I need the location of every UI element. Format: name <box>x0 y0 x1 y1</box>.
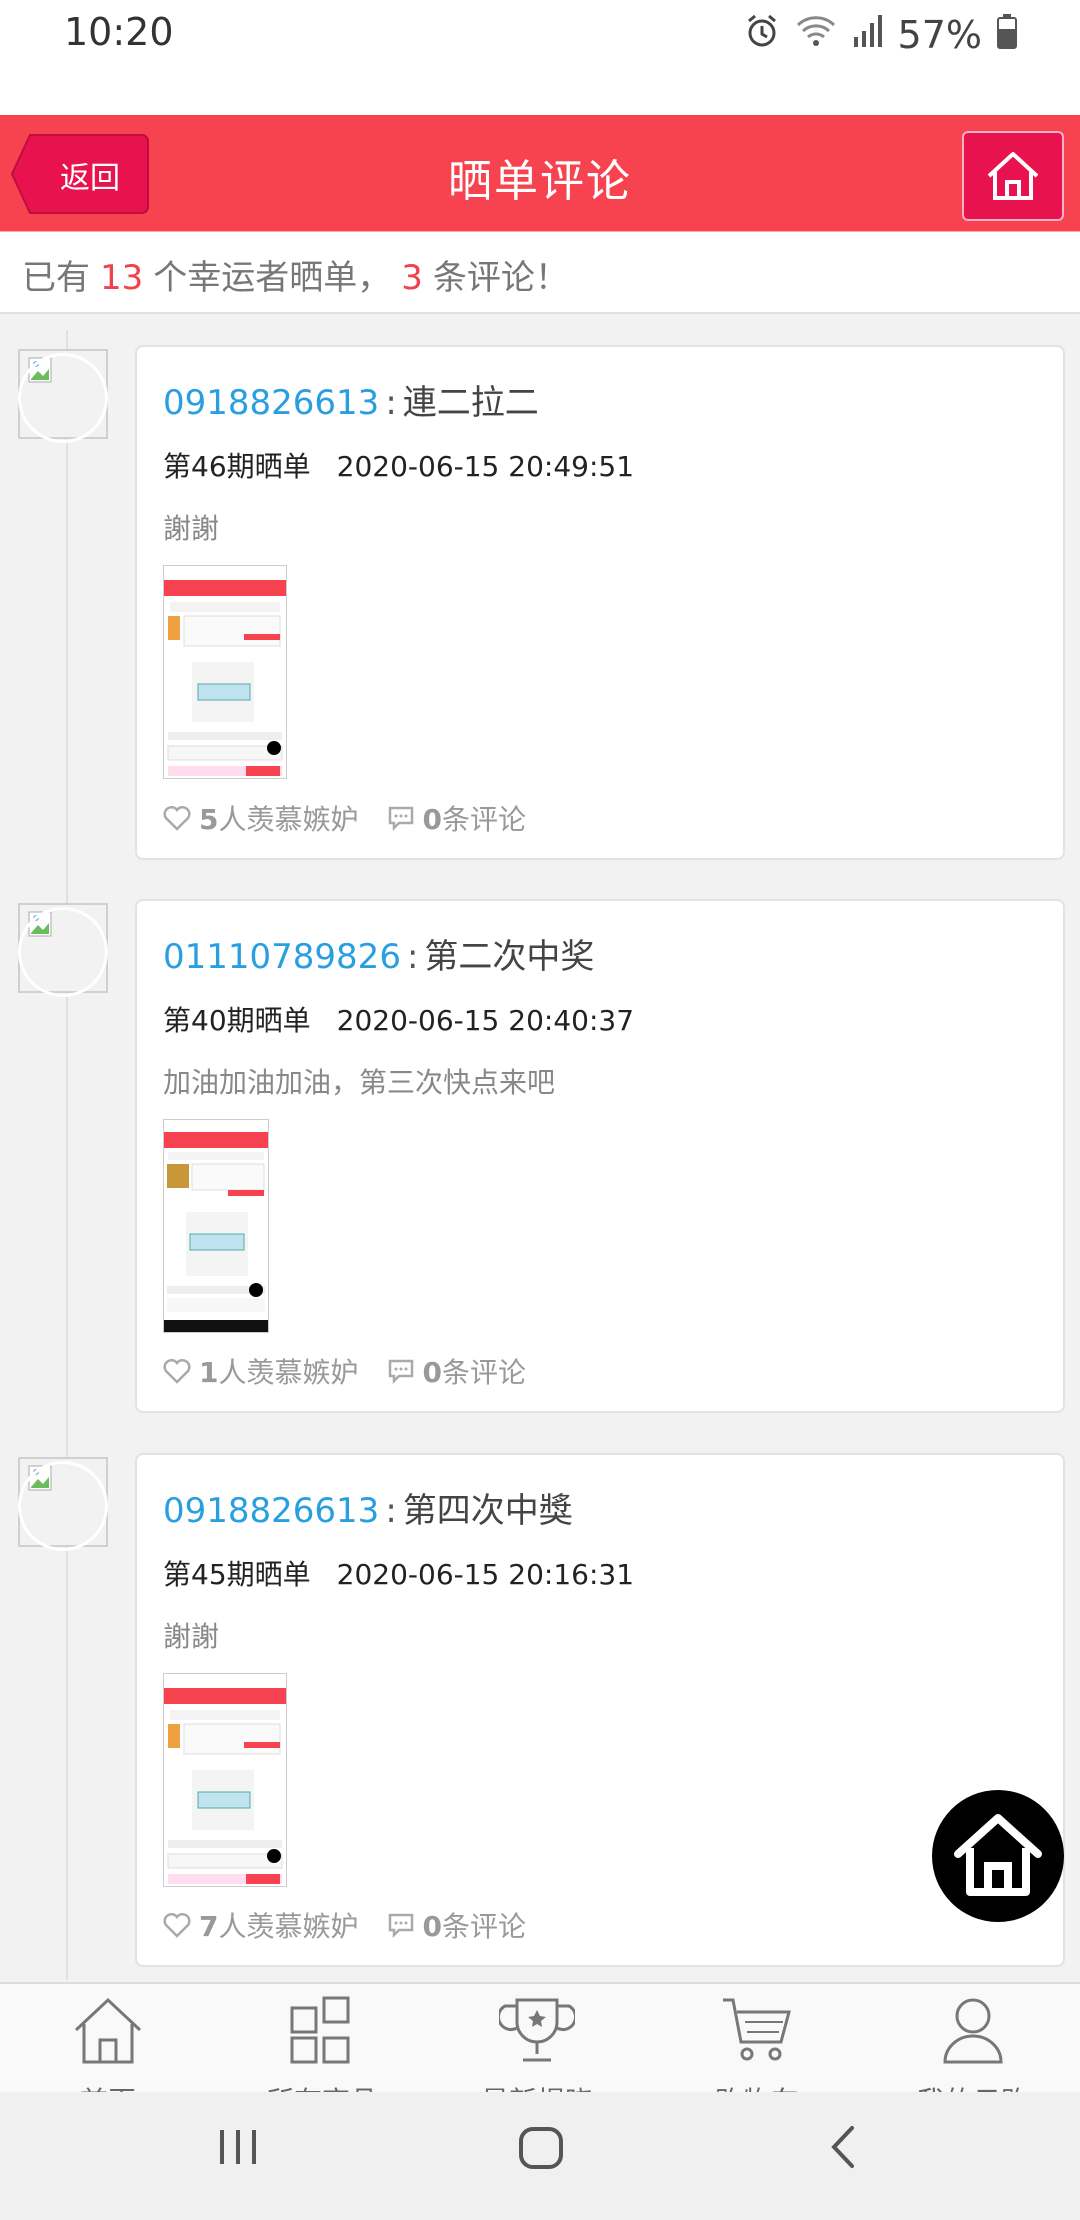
tab-home[interactable]: 首页 <box>18 1994 198 2094</box>
post-title: 連二拉二 <box>402 383 539 423</box>
home-circle-icon[interactable] <box>518 2122 564 2176</box>
comment-icon <box>388 806 413 831</box>
comments-stat[interactable]: 0条评论 <box>387 1905 526 1945</box>
home-button[interactable] <box>962 131 1064 221</box>
post-period: 第46期晒单 <box>163 450 311 483</box>
back-icon[interactable] <box>826 2122 860 2176</box>
bottom-tab-bar: 首页 所有商品 最新揭晓 购物车 我的云购 <box>0 1982 1080 2094</box>
page-title: 晒单评论 <box>448 156 632 207</box>
recents-icon[interactable] <box>218 2122 258 2176</box>
post-date: 2020-06-15 20:49:51 <box>336 450 635 483</box>
avatar[interactable] <box>18 1457 108 1551</box>
likes-stat[interactable]: 1人羡慕嫉妒 <box>163 1351 359 1391</box>
floating-home-button[interactable] <box>932 1790 1064 1922</box>
comments-stat[interactable]: 0条评论 <box>387 1351 526 1391</box>
wifi-icon <box>794 13 838 58</box>
post-card[interactable]: 0918826613: 第四次中獎 第45期晒单 2020-06-15 20:16:… <box>135 1453 1065 1967</box>
status-time: 10:20 <box>64 10 174 54</box>
post-thumbnail[interactable] <box>163 1673 287 1887</box>
post-date: 2020-06-15 20:40:37 <box>336 1004 635 1037</box>
post-period: 第45期晒单 <box>163 1558 311 1591</box>
comment-icon <box>388 1913 413 1938</box>
home-icon <box>74 1997 142 2064</box>
signal-icon <box>852 13 884 58</box>
tab-cart[interactable]: 购物车 <box>667 1994 847 2094</box>
user-icon <box>943 1998 1003 2064</box>
post-comment: 謝謝 <box>163 1620 220 1653</box>
avatar[interactable] <box>18 903 108 997</box>
comments-stat[interactable]: 0条评论 <box>387 798 526 838</box>
tab-latest-results[interactable]: 最新揭晓 <box>447 1994 627 2094</box>
post-user[interactable]: 0918826613 <box>163 383 379 423</box>
post-card[interactable]: 0918826613: 連二拉二 第46期晒单 2020-06-15 20:49:5… <box>135 345 1065 860</box>
post-user[interactable]: 01110789826 <box>163 937 401 977</box>
winners-count: 13 <box>100 258 144 298</box>
heart-icon <box>163 805 191 831</box>
system-nav-bar <box>0 2092 1080 2220</box>
battery-icon <box>996 13 1018 58</box>
post-comment: 謝謝 <box>163 512 220 545</box>
post-period: 第40期晒单 <box>163 1004 311 1037</box>
status-bar: 10:20 57% <box>0 0 1080 115</box>
post-card[interactable]: 01110789826: 第二次中奖 第40期晒单 2020-06-15 20:40… <box>135 899 1065 1413</box>
summary-bar: 已有 13 个幸运者晒单， 3 条评论！ <box>0 232 1080 314</box>
grid-icon <box>290 1996 350 2064</box>
likes-stat[interactable]: 7人羡慕嫉妒 <box>163 1905 359 1945</box>
likes-stat[interactable]: 5人羡慕嫉妒 <box>163 798 359 838</box>
comments-count: 3 <box>401 258 423 298</box>
alarm-icon <box>744 13 780 58</box>
tab-my-account[interactable]: 我的云购 <box>883 1994 1063 2094</box>
home-icon <box>987 152 1039 200</box>
tab-all-products[interactable]: 所有商品 <box>232 1994 412 2094</box>
post-comment: 加油加油加油，第三次快点来吧 <box>163 1066 556 1099</box>
post-title: 第二次中奖 <box>424 937 595 977</box>
battery-percent: 57% <box>897 13 982 57</box>
post-user[interactable]: 0918826613 <box>163 1491 379 1531</box>
timeline-line <box>66 330 68 1980</box>
post-date: 2020-06-15 20:16:31 <box>336 1558 635 1591</box>
comment-icon <box>388 1359 413 1384</box>
post-thumbnail[interactable] <box>163 565 287 779</box>
trophy-icon <box>499 1998 575 2062</box>
home-icon <box>954 1814 1042 1896</box>
app-header: 返回 晒单评论 <box>0 115 1080 231</box>
cart-icon <box>723 1998 791 2061</box>
heart-icon <box>163 1912 191 1938</box>
heart-icon <box>163 1358 191 1384</box>
avatar[interactable] <box>18 349 108 443</box>
post-thumbnail[interactable] <box>163 1119 269 1333</box>
post-title: 第四次中獎 <box>402 1491 573 1531</box>
